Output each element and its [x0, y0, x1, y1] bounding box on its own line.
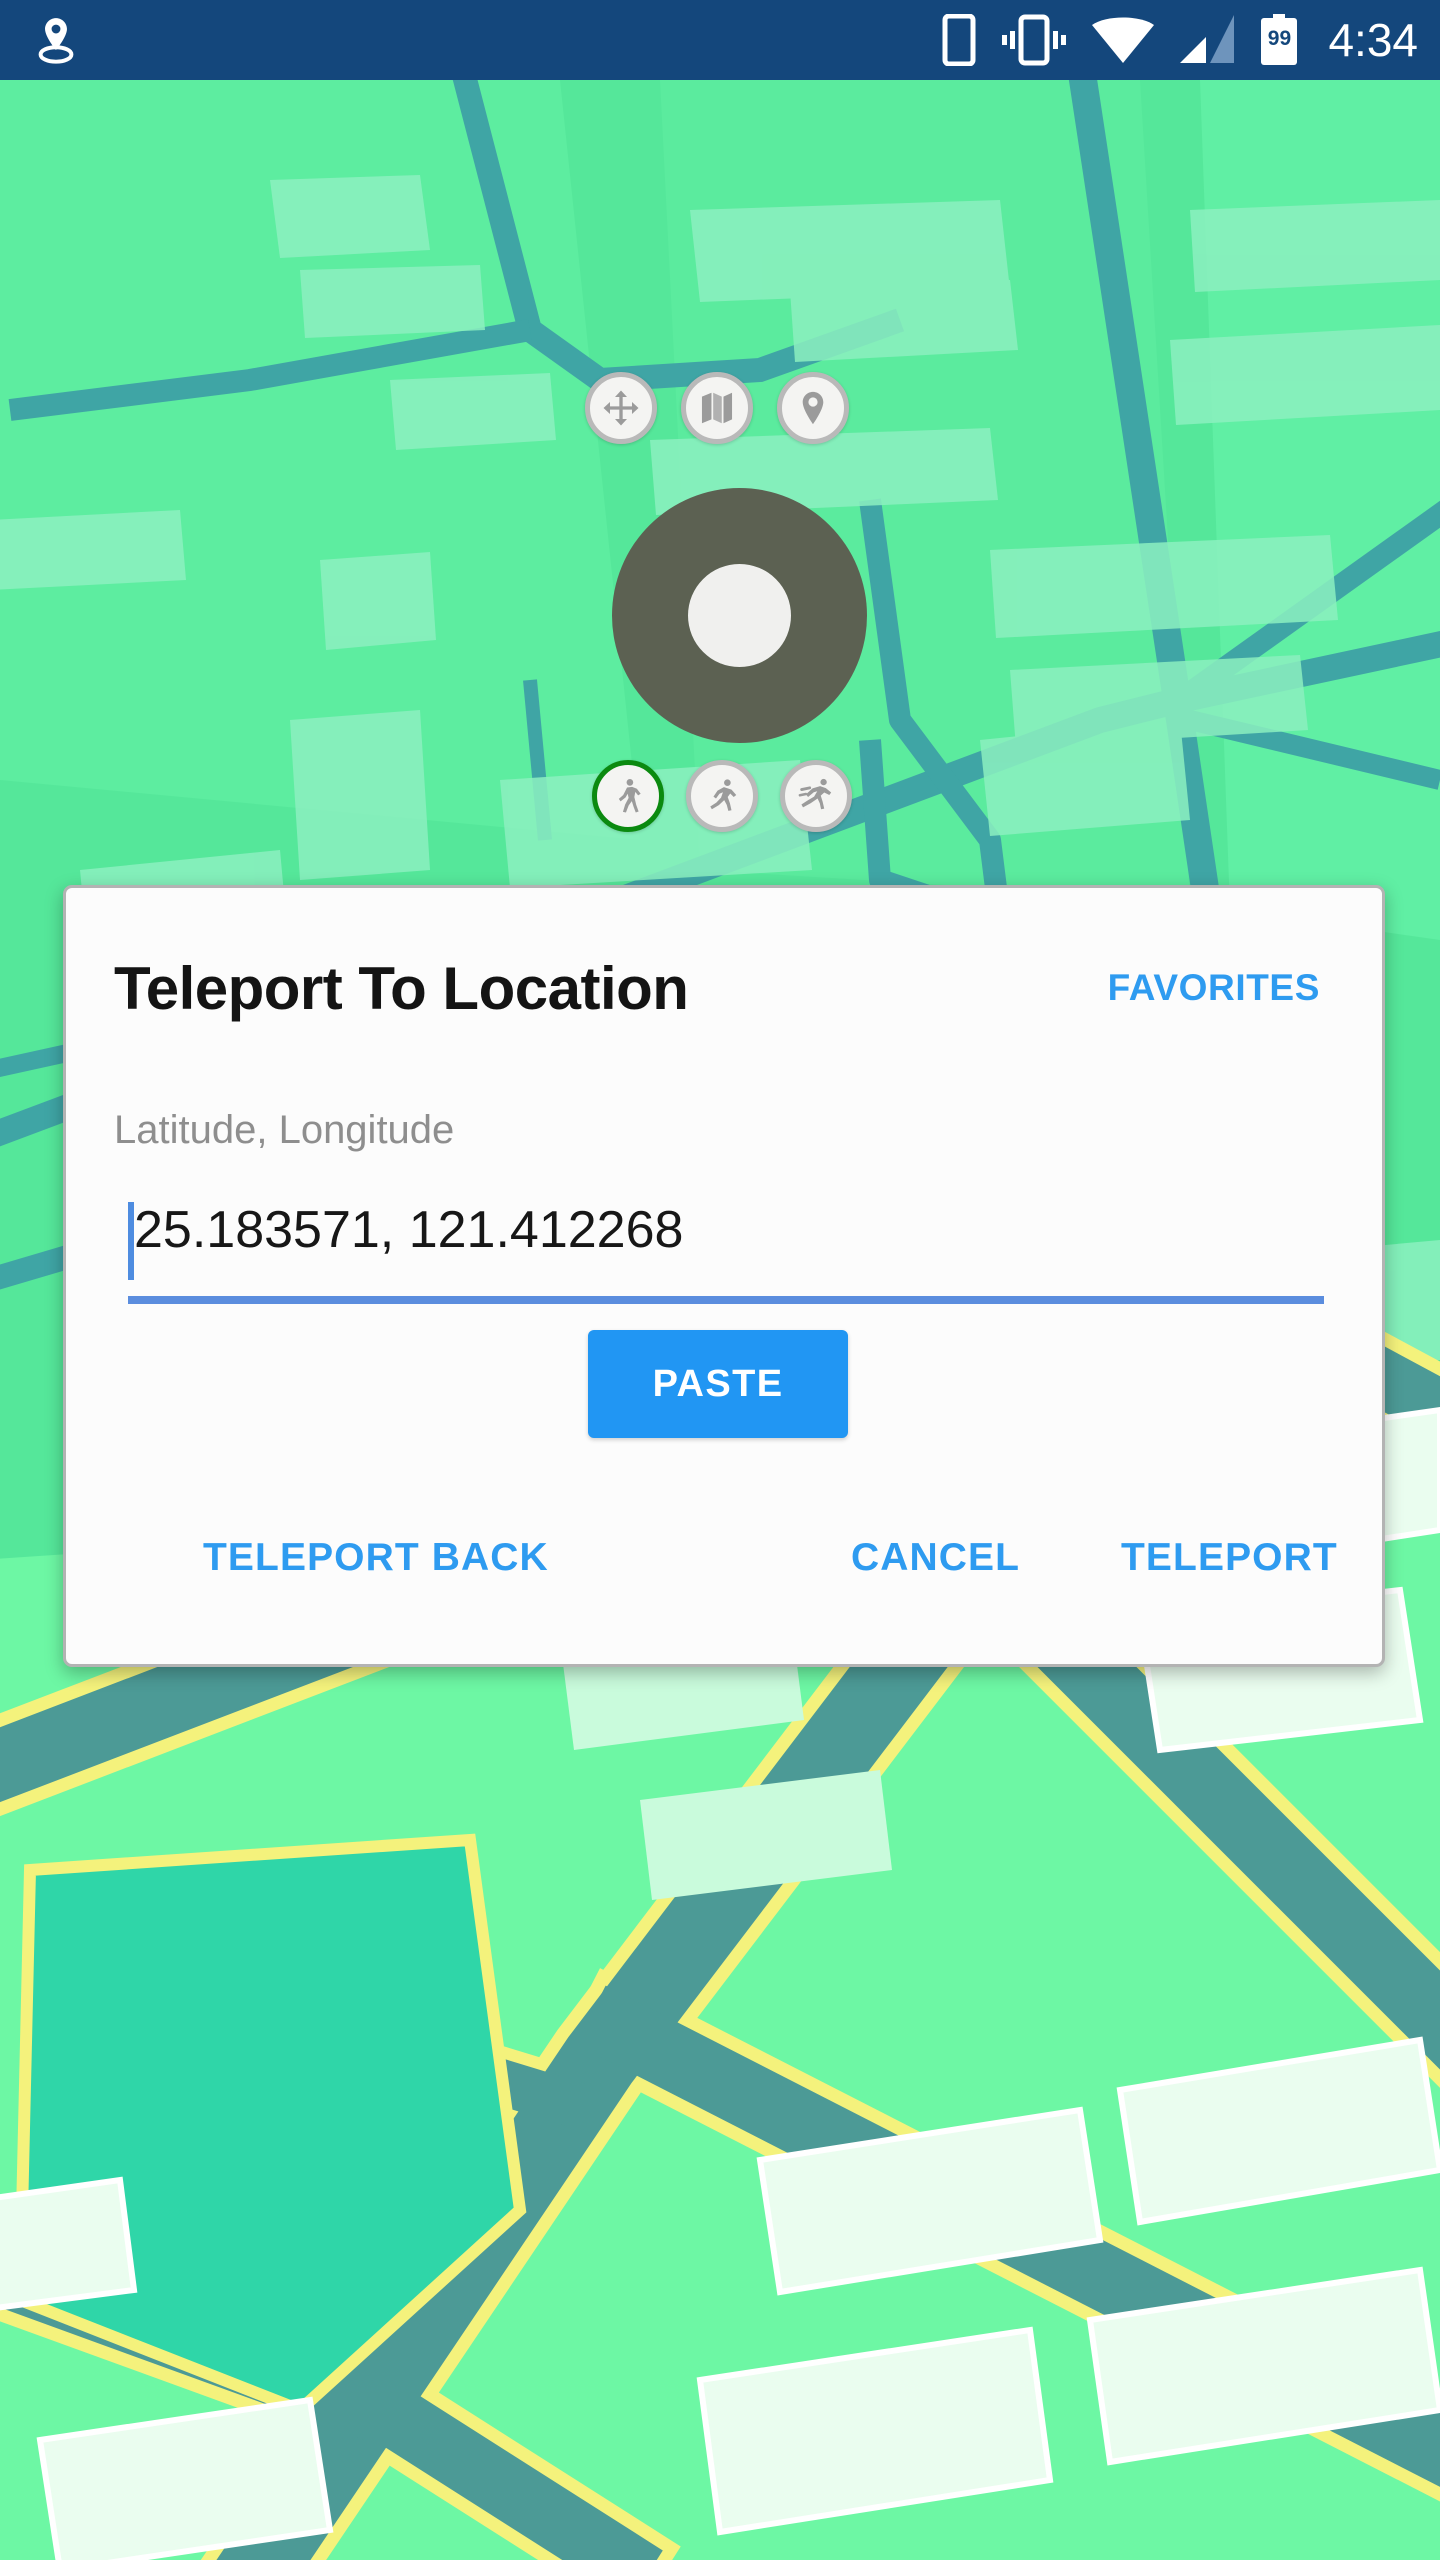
teleport-back-button[interactable]: TELEPORT BACK: [191, 1508, 561, 1608]
joystick-knob[interactable]: [688, 564, 791, 667]
coordinates-input[interactable]: 25.183571, 121.412268: [128, 1198, 1324, 1282]
status-clock: 4:34: [1328, 14, 1418, 66]
vibrate-icon: [1002, 14, 1067, 66]
wifi-icon: [1092, 17, 1155, 63]
phone-screen: 99 4:34 Teleport To Location FAVORITES L…: [0, 0, 1440, 2560]
speed-control-row: [592, 760, 852, 832]
status-bar: 99 4:34: [0, 0, 1440, 80]
paste-button[interactable]: PASTE: [588, 1330, 848, 1438]
dialog-title: Teleport To Location: [114, 954, 689, 1022]
phone-icon: [942, 14, 976, 66]
input-underline: [128, 1296, 1324, 1304]
run-icon[interactable]: [780, 760, 852, 832]
joystick[interactable]: [612, 488, 867, 743]
map-icon[interactable]: [681, 372, 753, 444]
location-pin-icon[interactable]: [777, 372, 849, 444]
status-icons: 99 4:34: [942, 0, 1418, 80]
battery-icon: 99: [1260, 14, 1298, 66]
coordinates-value[interactable]: 25.183571, 121.412268: [128, 1198, 1324, 1282]
cancel-button[interactable]: CANCEL: [839, 1508, 1032, 1608]
dialog-header: Teleport To Location FAVORITES: [66, 888, 1382, 1088]
dialog-actions: TELEPORT BACK CANCEL TELEPORT: [63, 1508, 1385, 1628]
teleport-button[interactable]: TELEPORT: [1109, 1508, 1350, 1608]
location-place-icon: [28, 12, 84, 68]
battery-level: 99: [1267, 27, 1292, 50]
favorites-link[interactable]: FAVORITES: [1094, 957, 1334, 1019]
latitude-longitude-label: Latitude, Longitude: [114, 1108, 455, 1152]
cell-signal-icon: [1180, 15, 1235, 63]
jog-icon[interactable]: [686, 760, 758, 832]
walk-icon[interactable]: [592, 760, 664, 832]
map-control-row: [585, 372, 849, 444]
move-icon[interactable]: [585, 372, 657, 444]
